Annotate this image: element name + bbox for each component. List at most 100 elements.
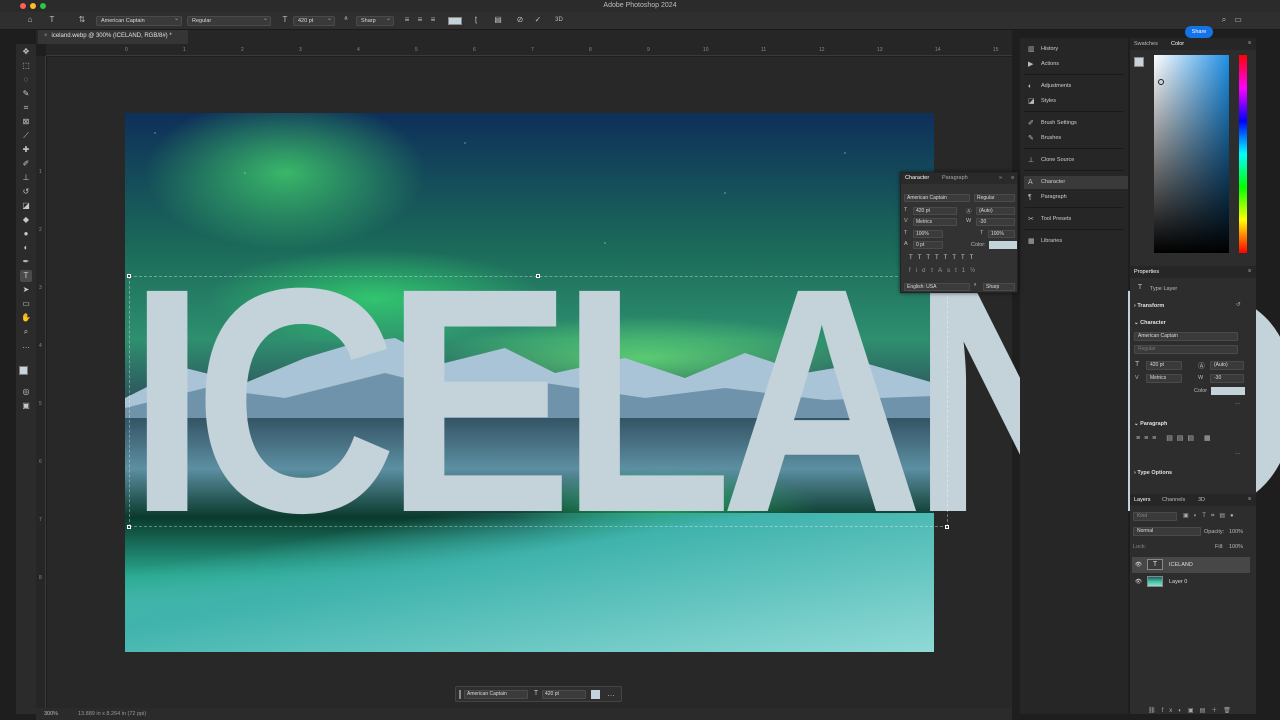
cp-antialias-select[interactable]: Sharp <box>983 283 1015 291</box>
blur-tool-icon[interactable]: ● <box>20 228 32 240</box>
cp-font-style-select[interactable]: Regular <box>974 194 1015 202</box>
hue-slider[interactable] <box>1239 55 1247 253</box>
crop-tool-icon[interactable]: ⌗ <box>20 102 32 114</box>
type-tool-icon[interactable]: T <box>20 270 32 282</box>
transform-handle[interactable] <box>536 274 540 278</box>
visibility-eye-icon[interactable]: 👁 <box>1135 557 1142 573</box>
cp-language-select[interactable]: English: USA <box>904 283 970 291</box>
text-orientation-icon[interactable]: ⇅ <box>76 15 88 25</box>
cp-leading-select[interactable]: (Auto) <box>976 207 1015 215</box>
color-foreground-swatch[interactable] <box>1134 57 1144 67</box>
prop-tracking-select[interactable]: -30 <box>1210 374 1244 383</box>
dock-item-brushes[interactable]: ✎ Brushes <box>1024 132 1128 145</box>
tab-3d[interactable]: 3D <box>1198 497 1205 503</box>
search-icon[interactable]: ⌕ <box>1218 15 1230 25</box>
font-family-select[interactable]: American Captain <box>96 16 182 26</box>
more-paragraph-options-icon[interactable]: … <box>1235 450 1241 456</box>
zoom-level[interactable]: 300% <box>44 711 58 717</box>
panel-menu-icon[interactable]: ≡ <box>1248 268 1251 274</box>
document-info[interactable]: 13.889 in x 8.264 in (72 ppi) <box>78 711 146 717</box>
collapse-panel-icon[interactable]: » <box>999 175 1002 181</box>
dock-item-clone-source[interactable]: ⊥ Clone Source <box>1024 154 1128 167</box>
dodge-tool-icon[interactable]: ◐ <box>20 242 32 254</box>
cp-font-size-select[interactable]: 420 pt <box>913 207 957 215</box>
cp-kerning-select[interactable]: Metrics <box>913 218 957 226</box>
tab-layers[interactable]: Layers <box>1134 497 1151 503</box>
lasso-tool-icon[interactable]: ◌ <box>20 74 32 86</box>
cancel-edit-icon[interactable]: ⊘ <box>514 15 526 25</box>
ctx-font-select[interactable]: American Captain <box>464 690 528 699</box>
dock-item-history[interactable]: ▥ History <box>1024 43 1128 56</box>
tab-character[interactable]: Character <box>905 175 929 181</box>
paragraph-section-toggle[interactable]: ⌄ Paragraph <box>1134 421 1167 427</box>
more-character-options-icon[interactable]: … <box>1235 400 1241 406</box>
clone-stamp-tool-icon[interactable]: ⊥ <box>20 172 32 184</box>
panel-menu-icon[interactable]: ≡ <box>1248 496 1251 502</box>
cp-baseline-shift-field[interactable]: 0 pt <box>913 241 943 249</box>
dock-item-actions[interactable]: ▶ Actions <box>1024 58 1128 71</box>
history-brush-tool-icon[interactable]: ↺ <box>20 186 32 198</box>
transform-section-toggle[interactable]: › Transform <box>1134 303 1164 309</box>
transform-handle[interactable] <box>127 274 131 278</box>
warp-text-icon[interactable]: ʈ <box>470 15 482 25</box>
dock-item-adjustments[interactable]: ◐ Adjustments <box>1024 80 1128 93</box>
font-size-select[interactable]: 420 pt <box>293 16 335 26</box>
cp-vertical-scale-field[interactable]: 100% <box>913 230 943 238</box>
commit-edit-icon[interactable]: ✓ <box>532 15 544 25</box>
opentype-buttons[interactable]: fiστAst1½ <box>909 268 1015 274</box>
eraser-tool-icon[interactable]: ◪ <box>20 200 32 212</box>
prop-kerning-select[interactable]: Metrics <box>1146 374 1182 383</box>
tab-channels[interactable]: Channels <box>1162 497 1185 503</box>
visibility-eye-icon[interactable]: 👁 <box>1135 574 1142 590</box>
workspace-icon[interactable]: ▭ <box>1232 15 1244 25</box>
prop-font-size-select[interactable]: 420 pt <box>1146 361 1182 370</box>
close-tab-icon[interactable]: × <box>44 33 48 39</box>
dock-item-brush-settings[interactable]: ✐ Brush Settings <box>1024 117 1128 130</box>
dock-item-styles[interactable]: ◪ Styles <box>1024 95 1128 108</box>
align-center-icon[interactable]: ≡ <box>415 15 425 25</box>
path-selection-tool-icon[interactable]: ➤ <box>20 284 32 296</box>
ctx-color-swatch[interactable] <box>591 690 600 699</box>
more-tools-icon[interactable]: … <box>20 340 32 352</box>
home-icon[interactable]: ⌂ <box>24 15 36 25</box>
align-right-icon[interactable]: ≡ <box>428 15 438 25</box>
marquee-tool-icon[interactable]: ⬚ <box>20 60 32 72</box>
brush-tool-icon[interactable]: ✐ <box>20 158 32 170</box>
share-button[interactable]: Share <box>1185 26 1213 38</box>
panel-menu-icon[interactable]: ≡ <box>1248 40 1251 46</box>
type-tool-preset-icon[interactable]: T <box>46 15 58 25</box>
foreground-color-swatch[interactable] <box>19 366 28 375</box>
rectangle-tool-icon[interactable]: ▭ <box>20 298 32 310</box>
tab-color[interactable]: Color <box>1171 41 1184 47</box>
opacity-value[interactable]: 100% <box>1229 529 1243 535</box>
paint-bucket-tool-icon[interactable]: ◆ <box>20 214 32 226</box>
prop-font-style-select[interactable]: Regular <box>1134 345 1238 354</box>
cp-tracking-select[interactable]: -30 <box>976 218 1015 226</box>
healing-brush-tool-icon[interactable]: ✚ <box>20 144 32 156</box>
color-picker-cursor[interactable] <box>1158 79 1164 85</box>
font-style-select[interactable]: Regular <box>187 16 271 26</box>
blend-mode-select[interactable]: Normal <box>1133 527 1201 536</box>
transform-handle[interactable] <box>127 525 131 529</box>
dock-item-paragraph[interactable]: ¶ Paragraph <box>1024 191 1128 204</box>
quick-selection-tool-icon[interactable]: ✎ <box>20 88 32 100</box>
screen-mode-icon[interactable]: ▣ <box>20 400 32 412</box>
eyedropper-tool-icon[interactable]: ⟋ <box>20 130 32 142</box>
pen-tool-icon[interactable]: ✒ <box>20 256 32 268</box>
color-picker-field[interactable] <box>1154 55 1229 253</box>
layer-filter-input[interactable]: Kind <box>1133 512 1177 521</box>
tab-swatches[interactable]: Swatches <box>1134 41 1158 47</box>
fill-value[interactable]: 100% <box>1229 544 1243 550</box>
character-section-toggle[interactable]: ⌄ Character <box>1134 320 1166 326</box>
text-bounding-box[interactable] <box>129 276 948 527</box>
more-options-icon[interactable]: … <box>606 689 616 699</box>
paragraph-align-buttons[interactable]: ≡≡≡ ▤▤▤ ▦ <box>1136 434 1246 442</box>
panels-toggle-icon[interactable]: ▤ <box>492 15 504 25</box>
hand-tool-icon[interactable]: ✋ <box>20 312 32 324</box>
type-options-section-toggle[interactable]: › Type Options <box>1134 470 1172 476</box>
drag-handle[interactable] <box>459 690 461 699</box>
cp-color-swatch[interactable] <box>989 241 1017 249</box>
antialias-select[interactable]: Sharp <box>356 16 394 26</box>
tab-paragraph[interactable]: Paragraph <box>942 175 968 181</box>
text-color-swatch[interactable] <box>448 17 462 25</box>
